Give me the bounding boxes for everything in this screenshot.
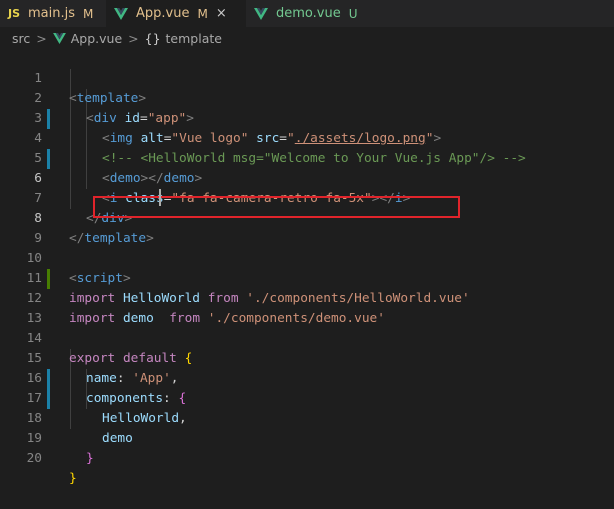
breadcrumb-item-src[interactable]: src bbox=[12, 31, 30, 46]
tab-demo-vue[interactable]: demo.vue U bbox=[246, 0, 362, 27]
chevron-right-icon: > bbox=[36, 30, 47, 46]
breadcrumb-item-template[interactable]: template bbox=[166, 31, 222, 46]
braces-icon: {} bbox=[144, 30, 161, 46]
line-number: 20 bbox=[26, 451, 42, 466]
code-line: 20 } bbox=[0, 429, 614, 486]
tab-label: main.js bbox=[28, 6, 76, 21]
tab-main-js[interactable]: JS main.js M bbox=[0, 0, 106, 27]
vue-logo-icon bbox=[114, 7, 128, 20]
code-line: 2 <div id="app"> bbox=[0, 69, 614, 126]
breadcrumb: src > App.vue > {} template bbox=[0, 27, 614, 49]
code-line: 13 bbox=[0, 289, 614, 326]
text-cursor bbox=[159, 189, 161, 206]
code-line: 1 <template> bbox=[0, 49, 614, 106]
tab-label: demo.vue bbox=[276, 6, 341, 21]
breadcrumb-item-app-vue[interactable]: App.vue bbox=[71, 31, 122, 46]
modified-badge: M bbox=[197, 6, 208, 21]
modified-badge: M bbox=[83, 6, 94, 21]
vue-logo-icon bbox=[52, 32, 66, 44]
code-line: 10 <script> bbox=[0, 229, 614, 286]
untracked-badge: U bbox=[348, 6, 358, 21]
code-line: 11 import HelloWorld from './components/… bbox=[0, 249, 614, 306]
code-line: 17 HelloWorld, bbox=[0, 369, 614, 426]
close-icon[interactable]: × bbox=[216, 6, 227, 21]
code-line: 5 <demo></demo> bbox=[0, 129, 614, 186]
code-editor[interactable]: 1 <template> 2 <div id="app"> 3 <img alt… bbox=[0, 49, 614, 486]
editor-tab-bar: JS main.js M App.vue M × demo.vue U bbox=[0, 0, 614, 27]
code-line: 18 demo bbox=[0, 389, 614, 446]
code-line: 14 export default { bbox=[0, 309, 614, 366]
code-line: 16 components: { bbox=[0, 349, 614, 406]
vue-logo-icon bbox=[254, 7, 268, 20]
javascript-file-icon: JS bbox=[8, 7, 21, 20]
code-line: 7 </div> bbox=[0, 169, 614, 226]
tab-app-vue[interactable]: App.vue M × bbox=[106, 0, 246, 27]
code-line: 3 <img alt="Vue logo" src="./assets/logo… bbox=[0, 89, 614, 146]
annotation-highlight-box bbox=[93, 196, 460, 218]
tab-label: App.vue bbox=[136, 6, 190, 21]
code-text: } bbox=[86, 451, 94, 466]
chevron-right-icon: > bbox=[128, 30, 139, 46]
code-line: 19 } bbox=[0, 409, 614, 466]
code-text: } bbox=[69, 471, 77, 486]
code-line: 12 import demo from './components/demo.v… bbox=[0, 269, 614, 326]
code-line: 15 name: 'App', bbox=[0, 329, 614, 386]
code-line: 4 <!-- <HelloWorld msg="Welcome to Your … bbox=[0, 109, 614, 166]
code-line: 6 <i class="fa fa-camera-retro fa-5x"></… bbox=[0, 149, 614, 206]
